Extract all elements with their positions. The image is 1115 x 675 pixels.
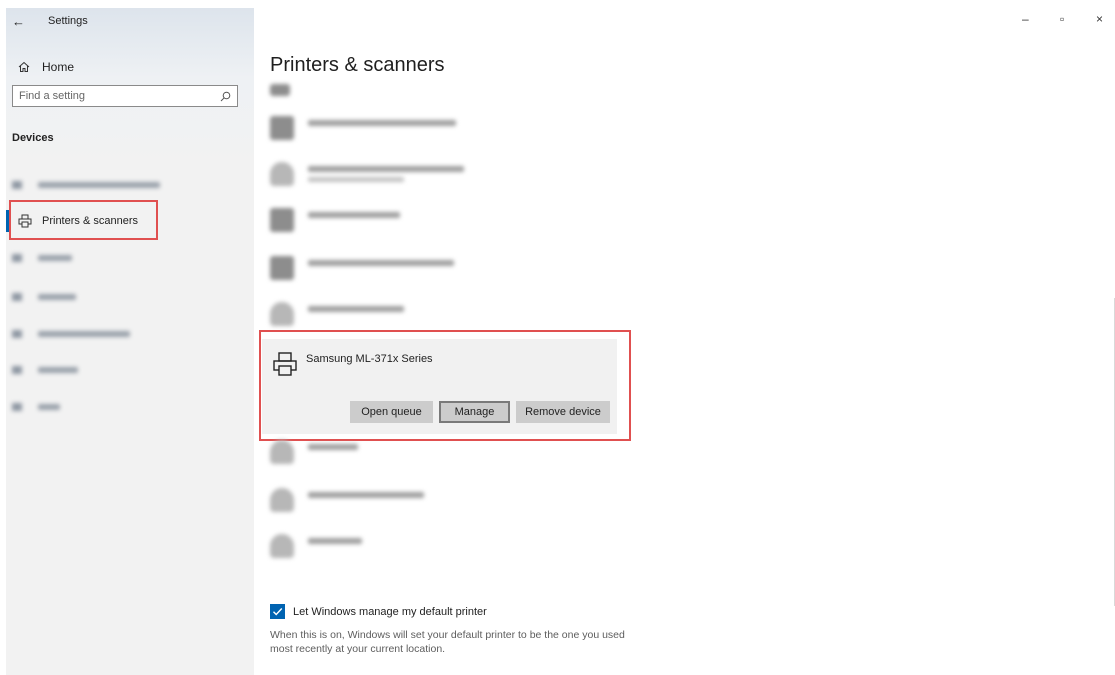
home-nav-item[interactable]: Home [18,60,74,74]
nav-item-icon [12,293,22,301]
sidebar-item-blurred-2[interactable] [12,249,72,267]
printer-device-icon [270,440,294,464]
printer-device-icon [270,256,294,280]
find-setting-search-box[interactable] [12,85,238,107]
printer-device-icon [270,302,294,326]
printer-device-icon [270,208,294,232]
device-list-item-blurred[interactable] [270,208,400,232]
back-arrow-icon[interactable]: ← [12,14,32,29]
nav-item-label-placeholder [38,294,76,300]
search-input[interactable] [19,90,220,102]
window-title: Settings [48,15,88,27]
search-icon[interactable] [220,91,231,102]
nav-item-label-placeholder [38,182,160,188]
sidebar-item-blurred-6[interactable] [12,398,60,416]
home-label: Home [42,60,75,74]
device-list-item-blurred[interactable] [270,256,454,280]
page-title: Printers & scanners [270,54,445,76]
sidebar-item-blurred-3[interactable] [12,288,76,306]
printer-device-icon [270,534,294,558]
checkmark-icon [273,608,283,616]
devices-section-heading: Devices [12,132,54,144]
device-list-item-blurred[interactable] [270,534,362,558]
title-bar: ← Settings [12,12,88,30]
sidebar-item-blurred-1[interactable] [12,176,160,194]
default-printer-checkbox[interactable] [270,604,285,619]
device-list-item-blurred[interactable] [270,84,304,96]
restore-button[interactable]: ▫ [1060,12,1064,26]
minimize-button[interactable]: – [1022,12,1029,26]
nav-item-label-placeholder [38,404,60,410]
printer-device-icon [270,84,290,96]
sidebar-item-blurred-5[interactable] [12,361,78,379]
device-highlight-box [259,330,631,441]
device-list-item-blurred[interactable] [270,488,424,512]
printer-device-icon [270,488,294,512]
sidebar-highlight-box [9,200,158,240]
device-list-item-blurred[interactable] [270,116,456,140]
nav-item-icon [12,330,22,338]
nav-item-icon [12,366,22,374]
default-printer-setting[interactable]: Let Windows manage my default printer [270,604,487,619]
nav-item-label-placeholder [38,255,72,261]
home-icon [18,61,30,72]
default-printer-label: Let Windows manage my default printer [293,605,487,618]
default-printer-description: When this is on, Windows will set your d… [270,629,625,655]
nav-item-icon [12,254,22,262]
nav-item-label-placeholder [38,331,130,337]
device-list-item-blurred[interactable] [270,440,358,464]
device-list-item-blurred[interactable] [270,162,464,186]
close-button[interactable]: × [1096,12,1103,26]
nav-item-icon [12,181,22,189]
nav-item-icon [12,403,22,411]
sidebar-item-blurred-4[interactable] [12,325,130,343]
printer-device-icon [270,162,294,186]
printer-device-icon [270,116,294,140]
device-list-item-blurred[interactable] [270,302,404,326]
nav-item-label-placeholder [38,367,78,373]
